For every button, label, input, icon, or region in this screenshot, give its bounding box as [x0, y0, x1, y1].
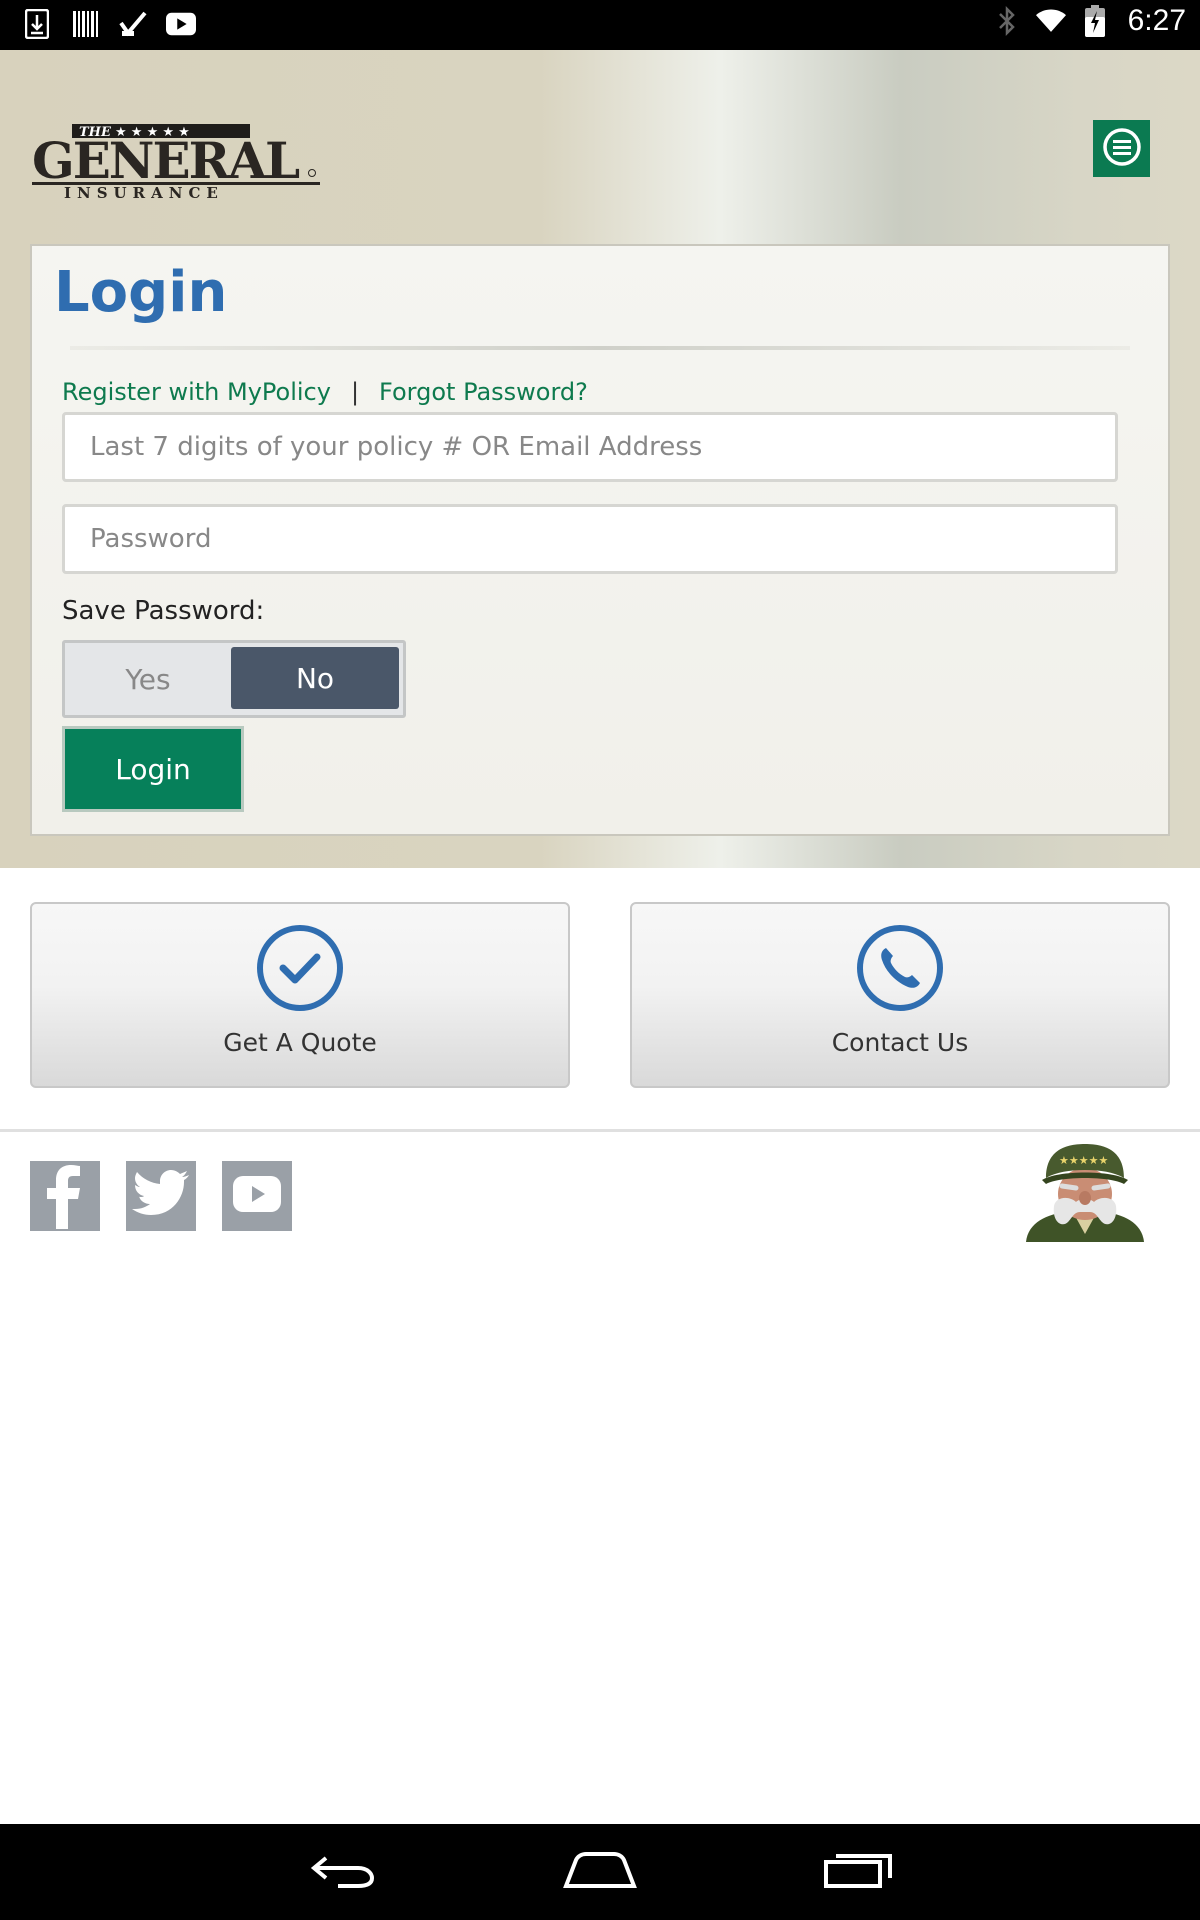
footer-divider	[0, 1129, 1200, 1132]
contact-us-button[interactable]: Contact Us	[630, 902, 1170, 1088]
recent-apps-icon	[822, 1850, 894, 1894]
title-divider	[70, 346, 1130, 350]
back-button[interactable]	[303, 1842, 383, 1902]
menu-icon	[1102, 127, 1142, 171]
password-field-wrapper	[62, 504, 1118, 574]
toggle-yes[interactable]: Yes	[65, 643, 231, 715]
battery-charging-icon	[1080, 5, 1110, 37]
youtube-icon	[166, 9, 196, 39]
home-button[interactable]	[560, 1842, 640, 1902]
download-icon	[22, 9, 52, 39]
save-password-label: Save Password:	[62, 596, 265, 626]
general-insurance-logo[interactable]: THE ★ ★ ★ ★ ★ GENERAL INSURANCE	[32, 120, 322, 202]
facebook-button[interactable]	[30, 1161, 100, 1231]
login-button[interactable]: Login	[62, 726, 244, 812]
home-icon	[562, 1850, 638, 1894]
save-password-toggle[interactable]: Yes No	[62, 640, 406, 718]
phone-circle-icon	[856, 924, 944, 1012]
recent-apps-button[interactable]	[818, 1842, 898, 1902]
contact-us-label: Contact Us	[831, 1028, 969, 1057]
account-links: Register with MyPolicy | Forgot Password…	[62, 378, 588, 406]
password-input[interactable]	[65, 507, 1115, 571]
back-arrow-icon	[308, 1850, 378, 1894]
login-card: Login Register with MyPolicy | Forgot Pa…	[30, 244, 1170, 836]
toggle-no[interactable]: No	[231, 647, 399, 709]
wifi-icon	[1035, 6, 1066, 36]
username-input[interactable]	[65, 415, 1115, 479]
check-icon	[118, 9, 148, 39]
get-quote-button[interactable]: Get A Quote	[30, 902, 570, 1088]
status-bar: 6:27	[0, 0, 1200, 50]
bluetooth-icon	[992, 5, 1022, 37]
twitter-button[interactable]	[126, 1161, 196, 1231]
general-mascot-image: ★★★★★	[1018, 1140, 1152, 1242]
facebook-icon	[30, 1159, 100, 1233]
barcode-icon	[70, 9, 100, 39]
page-title: Login	[54, 260, 228, 325]
get-quote-label: Get A Quote	[223, 1028, 377, 1057]
youtube-button[interactable]	[222, 1161, 292, 1231]
svg-text:INSURANCE: INSURANCE	[64, 184, 224, 200]
clock: 6:27	[1127, 4, 1186, 37]
svg-text:★★★★★: ★★★★★	[1059, 1154, 1108, 1167]
notification-icons	[22, 9, 196, 39]
forgot-password-link[interactable]: Forgot Password?	[379, 378, 588, 406]
login-section: THE ★ ★ ★ ★ ★ GENERAL INSURANCE Login Re…	[0, 50, 1200, 868]
android-nav-bar	[0, 1824, 1200, 1920]
youtube-icon	[233, 1176, 281, 1216]
svg-text:GENERAL: GENERAL	[32, 131, 300, 190]
link-separator: |	[350, 378, 360, 406]
username-field-wrapper	[62, 412, 1118, 482]
register-link[interactable]: Register with MyPolicy	[62, 378, 331, 406]
menu-button[interactable]	[1093, 120, 1150, 177]
checkmark-circle-icon	[256, 924, 344, 1012]
system-icons: 6:27	[992, 4, 1186, 38]
twitter-icon	[131, 1169, 191, 1223]
